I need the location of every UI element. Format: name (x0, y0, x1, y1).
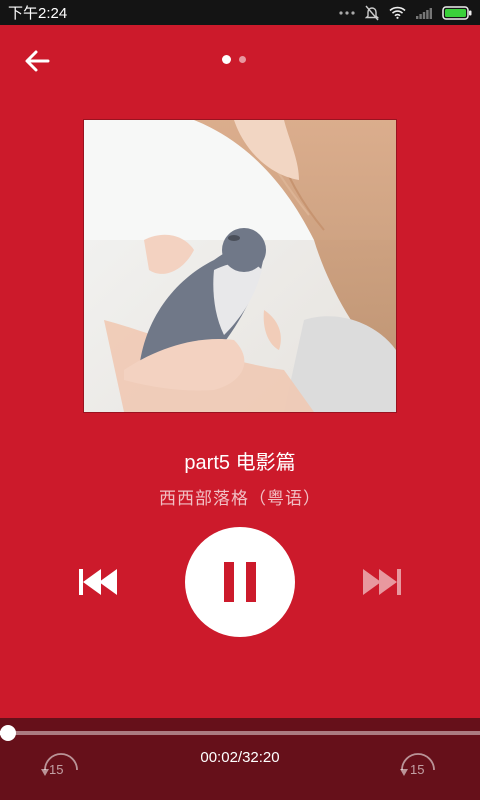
wifi-icon (389, 6, 406, 19)
pause-icon (224, 562, 256, 602)
page-dot-inactive[interactable] (239, 56, 246, 63)
previous-track-button[interactable] (76, 566, 122, 598)
status-bar: 下午2:24 (0, 0, 480, 25)
back-button[interactable] (22, 46, 52, 76)
status-icons (339, 5, 472, 21)
album-cover (84, 120, 396, 412)
skip-forward-label: 15 (410, 762, 425, 777)
track-title: part5 电影篇 (184, 452, 296, 474)
album-cover-image (84, 120, 396, 412)
skip-back-15-button[interactable]: 15 (37, 750, 81, 784)
page-dot-active[interactable] (222, 55, 231, 64)
skip-back-label: 15 (49, 762, 64, 777)
status-time: 下午2:24 (8, 5, 68, 22)
next-track-button[interactable] (358, 566, 404, 598)
progress-slider[interactable] (0, 725, 480, 741)
alarm-off-icon (365, 5, 379, 20)
track-artist: 西西部落格（粤语） (159, 489, 321, 508)
page-indicator (222, 55, 246, 64)
signal-icon (416, 7, 432, 19)
battery-icon (442, 5, 472, 20)
arrow-left-icon (25, 50, 50, 72)
pause-button[interactable] (185, 527, 295, 637)
next-track-icon (363, 569, 401, 595)
skip-forward-15-button[interactable]: 15 (398, 750, 442, 784)
previous-track-icon (79, 569, 117, 595)
progress-thumb[interactable] (0, 725, 16, 741)
more-dots-icon (339, 10, 355, 15)
